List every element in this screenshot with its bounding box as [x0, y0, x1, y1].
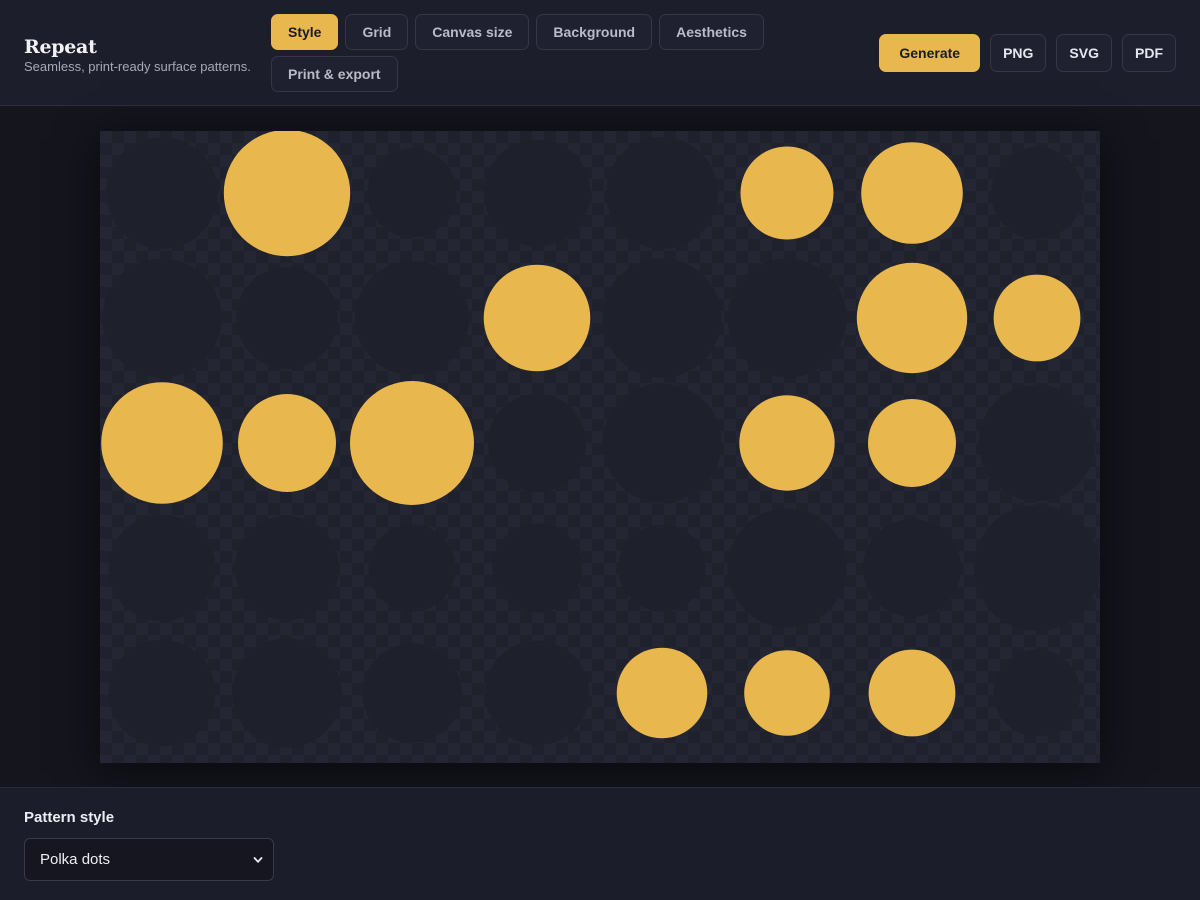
- dot-accent: [740, 146, 834, 240]
- dot-muted: [618, 524, 706, 612]
- export-png-button[interactable]: PNG: [990, 34, 1047, 72]
- pattern-style-value: Polka dots: [40, 851, 111, 868]
- pattern-canvas: [100, 131, 1100, 763]
- pattern-style-label: Pattern style: [24, 809, 115, 826]
- dot-muted: [973, 504, 1100, 632]
- dot-muted: [108, 514, 216, 622]
- app-header: Repeat Seamless, print-ready surface pat…: [0, 0, 1200, 106]
- dot-muted: [484, 640, 590, 746]
- dot-accent: [868, 399, 956, 487]
- settings-panel: Pattern style Polka dots: [0, 787, 1200, 900]
- tab-style[interactable]: Style: [271, 14, 339, 50]
- section-tabs: Style Grid Canvas size Background Aesthe…: [271, 14, 771, 92]
- dot-muted: [106, 137, 218, 249]
- dot-muted: [234, 515, 340, 621]
- tab-print-export[interactable]: Print & export: [271, 56, 398, 92]
- dot-accent: [483, 264, 591, 372]
- dot-muted: [483, 139, 591, 247]
- dot-accent: [238, 394, 336, 492]
- dot-muted: [602, 383, 722, 503]
- dot-muted: [727, 508, 847, 628]
- dot-muted: [991, 147, 1083, 239]
- export-pdf-button[interactable]: PDF: [1122, 34, 1176, 72]
- dot-muted: [355, 261, 469, 375]
- pattern-preview: [101, 131, 1100, 748]
- dot-muted: [368, 524, 456, 612]
- tab-grid[interactable]: Grid: [345, 14, 409, 50]
- dot-muted: [727, 258, 847, 378]
- dot-accent: [744, 650, 830, 736]
- dot-accent: [861, 142, 963, 244]
- dot-accent: [616, 647, 708, 739]
- chevron-down-icon: [253, 856, 263, 863]
- generate-button[interactable]: Generate: [879, 34, 981, 72]
- dot-accent: [739, 395, 835, 491]
- dot-accent: [993, 274, 1081, 362]
- dot-accent: [350, 381, 474, 505]
- dot-muted: [978, 384, 1096, 502]
- dot-muted: [236, 267, 338, 369]
- dot-muted: [488, 394, 586, 492]
- dot-muted: [362, 643, 462, 743]
- dot-muted: [492, 523, 582, 613]
- dot-accent: [101, 382, 223, 504]
- export-actions: Generate PNG SVG PDF: [879, 34, 1176, 72]
- export-svg-button[interactable]: SVG: [1056, 34, 1112, 72]
- app-tagline: Seamless, print-ready surface patterns.: [24, 59, 251, 74]
- pattern-style-select[interactable]: Polka dots: [24, 838, 274, 881]
- tab-canvas-size[interactable]: Canvas size: [415, 14, 530, 50]
- preview-stage: [0, 107, 1200, 787]
- dot-muted: [863, 519, 961, 617]
- brand: Repeat Seamless, print-ready surface pat…: [24, 36, 251, 75]
- dot-accent: [868, 649, 956, 737]
- dot-muted: [602, 258, 722, 378]
- tab-background[interactable]: Background: [536, 14, 653, 50]
- dot-accent: [223, 131, 351, 257]
- dot-muted: [993, 649, 1081, 737]
- dot-muted: [232, 638, 342, 748]
- dot-muted: [367, 148, 457, 238]
- tab-aesthetics[interactable]: Aesthetics: [659, 14, 764, 50]
- dot-muted: [102, 258, 222, 378]
- dot-muted: [606, 137, 718, 249]
- dot-accent: [856, 262, 968, 374]
- app-title: Repeat: [24, 36, 97, 58]
- dot-muted: [108, 639, 216, 747]
